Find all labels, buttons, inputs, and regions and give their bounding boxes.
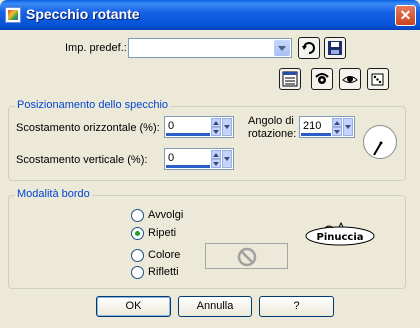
rotation-angle-field[interactable]: 210 (299, 116, 355, 138)
rotation-angle-value: 210 (303, 120, 322, 132)
value-bar (301, 133, 331, 136)
angle-label-line1: Angolo di (248, 115, 294, 127)
close-button[interactable]: ✕ (395, 5, 416, 26)
group-title: Posizionamento dello specchio (15, 99, 171, 111)
vertical-offset-field[interactable]: 0 (164, 148, 234, 170)
value-bar (166, 165, 210, 168)
spin-up-icon[interactable] (332, 118, 342, 127)
chevron-down-icon[interactable] (274, 40, 290, 56)
ok-button[interactable]: OK (96, 296, 171, 317)
angle-dial[interactable] (363, 125, 397, 159)
spin-up-icon[interactable] (211, 150, 221, 159)
vertical-offset-label: Scostamento verticale (%): (16, 154, 148, 166)
radio-label: Rifletti (148, 266, 179, 278)
svg-text:Pinuccia: Pinuccia (316, 232, 363, 243)
proof-button[interactable] (311, 68, 333, 90)
cancel-button[interactable]: Annulla (178, 296, 252, 317)
spin-down-icon[interactable] (332, 127, 342, 136)
radio-label: Avvolgi (148, 209, 184, 221)
radio-button-checked[interactable] (131, 227, 144, 240)
radio-button[interactable] (131, 249, 144, 262)
horizontal-offset-field[interactable]: 0 (164, 116, 234, 138)
radio-button[interactable] (131, 209, 144, 222)
radio-label: Ripeti (148, 227, 177, 239)
dial-needle-icon (373, 141, 383, 156)
pinuccia-logo: Pinuccia (305, 222, 375, 246)
group-title: Modalità bordo (15, 188, 92, 200)
dialog-button[interactable] (279, 68, 301, 90)
randomize-button[interactable] (367, 68, 389, 90)
radio-button[interactable] (131, 266, 144, 279)
reset-icon (302, 42, 315, 54)
reset-button[interactable] (298, 37, 320, 59)
window-title: Specchio rotante (26, 6, 140, 22)
chevron-down-icon[interactable] (222, 118, 232, 136)
angle-label-line2: rotazione: (248, 128, 297, 140)
app-icon (5, 7, 21, 23)
vertical-offset-value: 0 (168, 152, 175, 164)
spin-down-icon[interactable] (211, 127, 221, 136)
save-preset-icon (328, 41, 342, 55)
spin-down-icon[interactable] (211, 159, 221, 168)
randomize-dice-icon (371, 73, 384, 86)
radio-label: Colore (148, 249, 181, 261)
auto-proof-button[interactable] (339, 68, 361, 90)
horizontal-offset-value: 0 (168, 120, 175, 132)
preset-label: Imp. predef.: (65, 42, 127, 54)
value-bar (166, 133, 210, 136)
spin-up-icon[interactable] (211, 118, 221, 127)
no-color-icon (237, 247, 257, 267)
camera-icon (315, 73, 329, 84)
eye-icon (342, 76, 358, 83)
help-button[interactable]: ? (259, 296, 334, 317)
preset-combo[interactable] (128, 38, 292, 58)
chevron-down-icon[interactable] (222, 150, 232, 168)
horizontal-offset-label: Scostamento orizzontale (%): (16, 122, 160, 134)
color-swatch[interactable] (205, 243, 288, 269)
chevron-down-icon[interactable] (343, 118, 353, 136)
title-bar[interactable]: Specchio rotante ✕ (0, 0, 420, 30)
dialog-icon (282, 71, 298, 87)
save-preset-button[interactable] (324, 37, 346, 59)
